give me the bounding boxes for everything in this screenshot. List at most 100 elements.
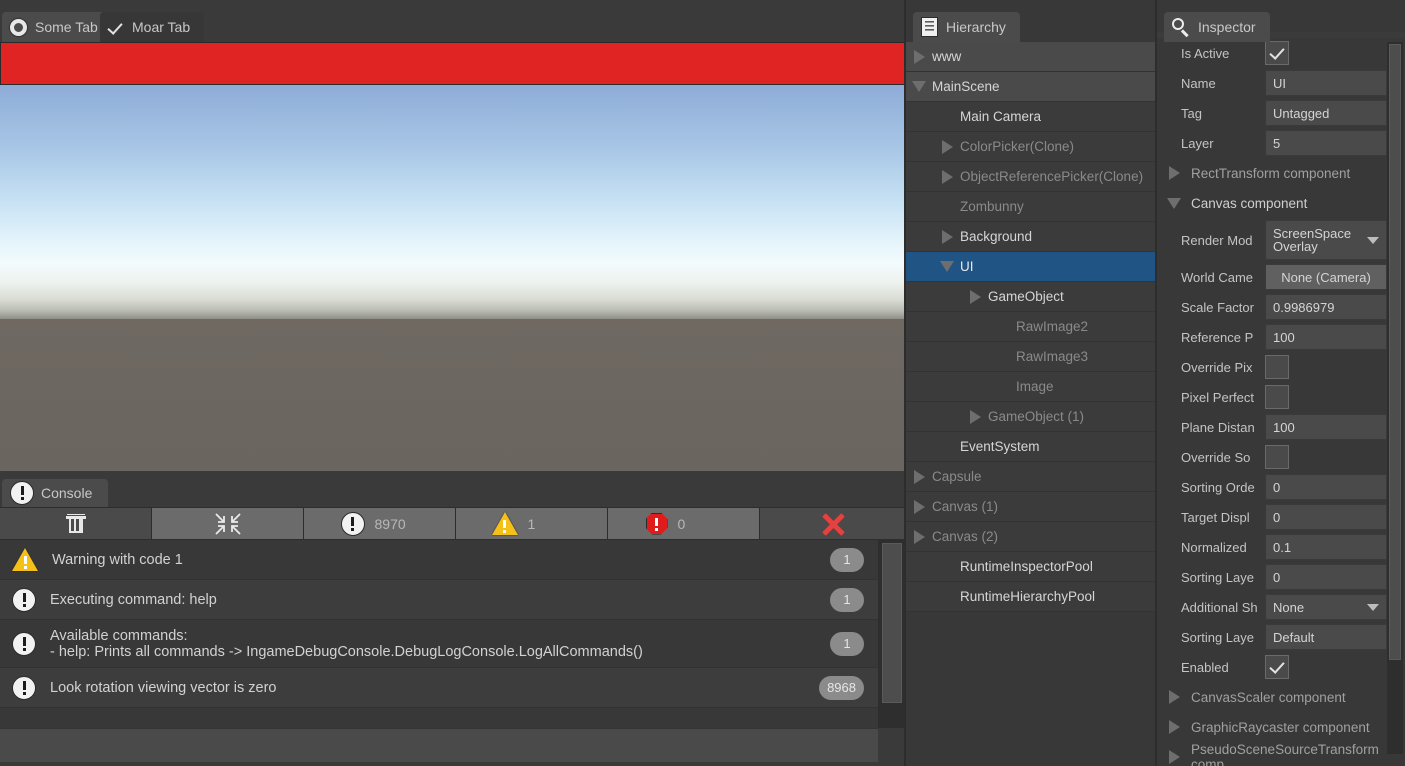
checkbox-override-pix[interactable] xyxy=(1265,355,1289,379)
inspector-component-canvasscaler-component[interactable]: CanvasScaler component xyxy=(1157,682,1405,712)
tab-moar-tab[interactable]: Moar Tab xyxy=(100,12,204,42)
log-count-badge: 1 xyxy=(830,632,864,656)
hierarchy-item-gameobject-1[interactable]: GameObject (1) xyxy=(906,402,1157,432)
hierarchy-item-image[interactable]: Image xyxy=(906,372,1157,402)
hierarchy-item-label: EventSystem xyxy=(960,439,1040,454)
hierarchy-item-gameobject[interactable]: GameObject xyxy=(906,282,1157,312)
chevron-right-icon[interactable] xyxy=(1157,690,1191,704)
log-entry-info[interactable]: Executing command: help 1 xyxy=(0,580,878,620)
hierarchy-item-eventsystem[interactable]: EventSystem xyxy=(906,432,1157,462)
hierarchy-item-canvas-2[interactable]: Canvas (2) xyxy=(906,522,1157,552)
chevron-down-icon xyxy=(912,81,926,92)
clear-button[interactable] xyxy=(0,508,152,539)
console-scrollbar[interactable] xyxy=(878,540,906,728)
inspector-scroll-area[interactable]: UI (GameObject)Is ActiveNameUITagUntagge… xyxy=(1157,32,1405,766)
chevron-down-icon[interactable] xyxy=(906,81,932,92)
chevron-right-icon[interactable] xyxy=(1157,166,1191,180)
inspector-input-name[interactable]: UI xyxy=(1265,70,1387,96)
chevron-down-icon[interactable] xyxy=(934,261,960,272)
inspector-field-label: Enabled xyxy=(1181,660,1265,675)
inspector-component-graphicraycaster-component[interactable]: GraphicRaycaster component xyxy=(1157,712,1405,742)
chevron-right-icon[interactable] xyxy=(934,230,960,244)
inspector-input-layer[interactable]: 5 xyxy=(1265,130,1387,156)
log-entry-warning[interactable]: Warning with code 1 1 xyxy=(0,540,878,580)
tab-inspector[interactable]: Inspector xyxy=(1164,12,1270,42)
console-scrollbar-thumb[interactable] xyxy=(882,543,902,703)
inspector-input-normalized[interactable]: 0.1 xyxy=(1265,534,1387,560)
hierarchy-item-ui[interactable]: UI xyxy=(906,252,1157,282)
error-filter-button[interactable]: 0 xyxy=(608,508,760,539)
tab-some-tab[interactable]: Some Tab xyxy=(2,12,112,42)
inspector-input-plane-distan[interactable]: 100 xyxy=(1265,414,1387,440)
inspector-input-sorting-orde[interactable]: 0 xyxy=(1265,474,1387,500)
inspector-input-tag[interactable]: Untagged xyxy=(1265,100,1387,126)
checkbox-checked-enabled[interactable] xyxy=(1265,655,1289,679)
chevron-right-icon xyxy=(1169,166,1180,180)
inspector-input-target-displ[interactable]: 0 xyxy=(1265,504,1387,530)
hierarchy-item-main-camera[interactable]: Main Camera xyxy=(906,102,1157,132)
hierarchy-item-objectreferencepicker-clone[interactable]: ObjectReferencePicker(Clone) xyxy=(906,162,1157,192)
inspector-component-pseudoscenesourcetransform-comp[interactable]: PseudoSceneSourceTransform comp xyxy=(1157,742,1405,766)
chevron-right-icon[interactable] xyxy=(962,410,988,424)
chevron-down-icon xyxy=(1367,237,1379,244)
inspector-component-canvas-component[interactable]: Canvas component xyxy=(1157,188,1405,218)
hierarchy-item-label: RawImage3 xyxy=(1016,349,1088,364)
chevron-right-icon[interactable] xyxy=(906,50,932,64)
chevron-right-icon[interactable] xyxy=(962,290,988,304)
hierarchy-item-www[interactable]: www xyxy=(906,42,1157,72)
hierarchy-item-zombunny[interactable]: Zombunny xyxy=(906,192,1157,222)
chevron-right-icon[interactable] xyxy=(934,140,960,154)
chevron-right-icon xyxy=(942,140,953,154)
log-entry-info[interactable]: Available commands: - help: Prints all c… xyxy=(0,620,878,668)
collapse-button[interactable] xyxy=(152,508,304,539)
checkbox-pixel-perfect[interactable] xyxy=(1265,385,1289,409)
inspector-row-name: NameUI xyxy=(1157,68,1405,98)
inspector-object-button-world-came[interactable]: None (Camera) xyxy=(1265,264,1387,290)
inspector-scrollbar-thumb[interactable] xyxy=(1389,44,1401,660)
log-entry-info[interactable]: Look rotation viewing vector is zero 896… xyxy=(0,668,878,708)
info-filter-button[interactable]: 8970 xyxy=(304,508,456,539)
inspector-input-reference-p[interactable]: 100 xyxy=(1265,324,1387,350)
checkbox-override-so[interactable] xyxy=(1265,445,1289,469)
warning-filter-button[interactable]: 1 xyxy=(456,508,608,539)
inspector-field-label: Sorting Orde xyxy=(1181,480,1265,495)
chevron-down-icon[interactable] xyxy=(1157,198,1191,209)
checkbox-checked-is-active[interactable] xyxy=(1265,41,1289,65)
collapse-icon xyxy=(215,513,241,535)
console-log-list[interactable]: Warning with code 1 1 Executing command:… xyxy=(0,540,878,728)
hierarchy-item-runtimehierarchypool[interactable]: RuntimeHierarchyPool xyxy=(906,582,1157,612)
inspector-dropdown-render-mod[interactable]: ScreenSpaceOverlay xyxy=(1265,220,1387,260)
inspector-dropdown-additional-sh[interactable]: None xyxy=(1265,594,1387,620)
hierarchy-item-label: Canvas (1) xyxy=(932,499,998,514)
inspector-input-sorting-laye[interactable]: Default xyxy=(1265,624,1387,650)
inspector-input-scale-factor[interactable]: 0.9986979 xyxy=(1265,294,1387,320)
close-console-button[interactable] xyxy=(760,508,906,539)
hierarchy-item-label: ObjectReferencePicker(Clone) xyxy=(960,169,1143,184)
hierarchy-item-label: www xyxy=(932,49,961,64)
hierarchy-item-capsule[interactable]: Capsule xyxy=(906,462,1157,492)
hierarchy-item-colorpicker-clone[interactable]: ColorPicker(Clone) xyxy=(906,132,1157,162)
inspector-scrollbar[interactable] xyxy=(1387,42,1403,754)
game-view[interactable] xyxy=(0,42,906,471)
hierarchy-list[interactable]: www MainSceneMain CameraColorPicker(Clone… xyxy=(906,42,1157,766)
inspector-field-label: World Came xyxy=(1181,270,1265,285)
tab-hierarchy[interactable]: Hierarchy xyxy=(913,12,1020,42)
hierarchy-item-runtimeinspectorpool[interactable]: RuntimeInspectorPool xyxy=(906,552,1157,582)
chevron-right-icon[interactable] xyxy=(906,530,932,544)
hierarchy-item-rawimage3[interactable]: RawImage3 xyxy=(906,342,1157,372)
inspector-component-recttransform-component[interactable]: RectTransform component xyxy=(1157,158,1405,188)
hierarchy-item-label: GameObject xyxy=(988,289,1064,304)
hierarchy-item-label: Background xyxy=(960,229,1032,244)
chevron-right-icon[interactable] xyxy=(906,470,932,484)
chevron-right-icon[interactable] xyxy=(1157,720,1191,734)
console-tab-row: Console xyxy=(0,471,906,507)
inspector-input-sorting-laye[interactable]: 0 xyxy=(1265,564,1387,590)
hierarchy-item-canvas-1[interactable]: Canvas (1) xyxy=(906,492,1157,522)
chevron-right-icon[interactable] xyxy=(906,500,932,514)
chevron-right-icon[interactable] xyxy=(1157,750,1191,764)
tab-console[interactable]: Console xyxy=(2,479,108,507)
hierarchy-item-mainscene[interactable]: MainScene xyxy=(906,72,1157,102)
hierarchy-item-rawimage2[interactable]: RawImage2 xyxy=(906,312,1157,342)
hierarchy-item-background[interactable]: Background xyxy=(906,222,1157,252)
chevron-right-icon[interactable] xyxy=(934,170,960,184)
